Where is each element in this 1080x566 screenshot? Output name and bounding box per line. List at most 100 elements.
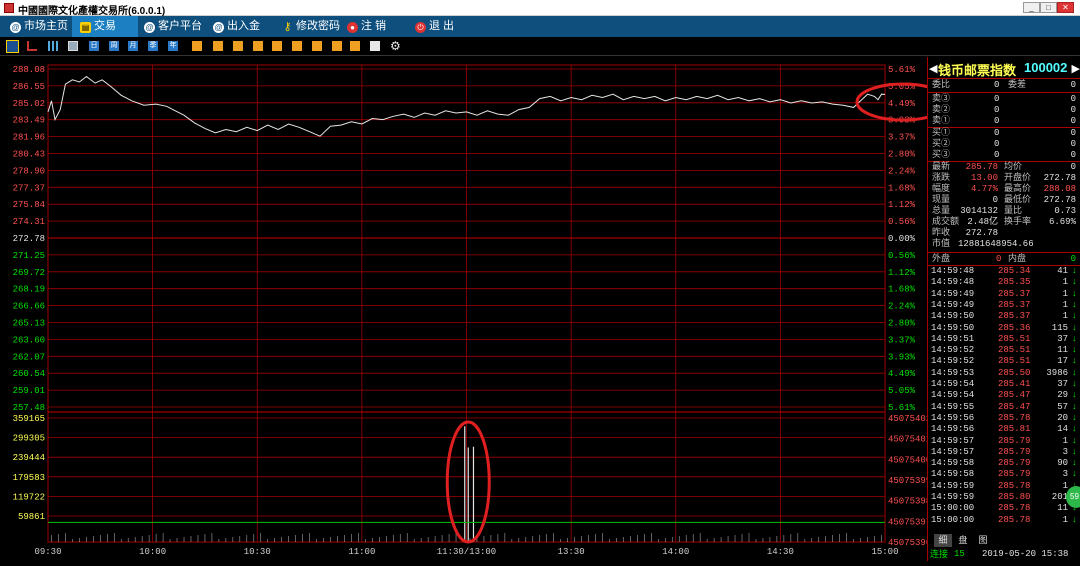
menu-logout[interactable]: ● 注 销 bbox=[347, 16, 409, 37]
buy-order-row: 买③ 0 0 bbox=[928, 150, 1080, 161]
year-icon[interactable]: 年 bbox=[168, 41, 178, 51]
tool1-icon[interactable] bbox=[192, 41, 202, 51]
day-icon[interactable]: 日 bbox=[89, 41, 99, 51]
percent-tick-label: 1.68% bbox=[888, 285, 916, 295]
price-tick-label: 268.19 bbox=[13, 285, 45, 295]
tick-volume: 3 bbox=[1062, 446, 1068, 457]
menu-funds-label: 出入金 bbox=[227, 20, 260, 32]
tick-direction-icon: ↓ bbox=[1071, 311, 1077, 322]
tab-detail[interactable]: 细 bbox=[934, 534, 952, 547]
percent-tick-label: 3.93% bbox=[888, 352, 916, 362]
tick-price: 285.35 bbox=[998, 277, 1031, 288]
percent-tick-label: 2.24% bbox=[888, 302, 916, 312]
prev-instrument-icon[interactable]: ◀ bbox=[929, 62, 937, 76]
time-tick-label: 10:30 bbox=[244, 547, 271, 557]
tool5-icon[interactable] bbox=[272, 41, 282, 51]
maximize-button[interactable]: □ bbox=[1040, 2, 1057, 13]
menu-home[interactable]: @ 市场主页 bbox=[4, 16, 70, 37]
tool9-icon[interactable] bbox=[350, 41, 360, 51]
tick-row: 15:00:00 285.78 1 ↓ bbox=[928, 515, 1080, 526]
minimize-button[interactable]: _ bbox=[1023, 2, 1040, 13]
timeshare-chart-icon[interactable] bbox=[6, 40, 19, 53]
tick-time: 14:59:55 bbox=[931, 401, 975, 412]
tick-row: 14:59:48 285.34 41 ↓ bbox=[928, 266, 1080, 277]
price-tick-label: 271.25 bbox=[13, 251, 45, 261]
tool8-icon[interactable] bbox=[332, 41, 342, 51]
tick-direction-icon: ↓ bbox=[1071, 345, 1077, 356]
menu-client-platform[interactable]: @ 客户平台 bbox=[144, 16, 208, 37]
tool3-icon[interactable] bbox=[233, 41, 243, 51]
month-icon[interactable]: 月 bbox=[128, 41, 138, 51]
tick-time: 14:59:56 bbox=[931, 424, 975, 435]
menu-funds[interactable]: @ 出入金 bbox=[213, 16, 269, 37]
tick-price: 285.41 bbox=[998, 379, 1031, 389]
stat-row: 涨跌 13.00 开盘价 272.78 bbox=[928, 173, 1080, 184]
tick-price: 285.47 bbox=[998, 401, 1031, 412]
outer-label: 外盘 bbox=[932, 254, 951, 264]
time-axis: 09:30 10:00 10:30 11:00 11:30/13:00 13:30 14:0… bbox=[34, 547, 898, 557]
instrument-name: 钱币邮票指数 bbox=[938, 63, 1017, 78]
connection-label: 连接 bbox=[930, 549, 949, 559]
next-instrument-icon[interactable]: ▶ bbox=[1072, 62, 1080, 76]
sell-volume: 0 bbox=[1070, 105, 1076, 115]
buy-volume: 0 bbox=[1070, 150, 1076, 160]
volume-icon[interactable] bbox=[48, 41, 58, 51]
percent-tick-label: 2.80% bbox=[888, 319, 916, 329]
tick-row: 14:59:55 285.47 57 ↓ bbox=[928, 402, 1080, 413]
buy-volume: 0 bbox=[1070, 139, 1076, 149]
stat-row: 现量 0 最低价 272.78 bbox=[928, 195, 1080, 206]
percent-tick-label: 1.12% bbox=[888, 268, 916, 278]
tool4-icon[interactable] bbox=[253, 41, 263, 51]
trade-icon: ▤ bbox=[80, 22, 91, 33]
tick-volume: 1 bbox=[1062, 277, 1068, 288]
tick-direction-icon: ↓ bbox=[1071, 435, 1077, 446]
volume-tick-label: 179583 bbox=[13, 473, 45, 483]
tool7-icon[interactable] bbox=[312, 41, 322, 51]
intraday-chart-svg: 288.08 286.55 285.02 283.49 281.96 280.43 278.… bbox=[13, 64, 951, 557]
buy-level-label: 买① bbox=[932, 128, 951, 138]
price-tick-label: 285.02 bbox=[13, 99, 45, 109]
tool6-icon[interactable] bbox=[292, 41, 302, 51]
tick-time: 14:59:54 bbox=[931, 390, 975, 401]
stat-row: 总量 3014132 量比 0.73 bbox=[928, 206, 1080, 217]
price-tick-label: 260.54 bbox=[13, 369, 45, 379]
percent-tick-label: 1.12% bbox=[888, 200, 916, 210]
volume-axis-right: 45075402 45075401 45075400 45075399 45075398… bbox=[888, 414, 931, 548]
tick-volume: 20 bbox=[1057, 412, 1068, 423]
tab-book[interactable]: 盘 bbox=[954, 534, 972, 547]
tick-time: 14:59:58 bbox=[931, 469, 975, 480]
tick-price: 285.78 bbox=[998, 412, 1031, 423]
menu-exit[interactable]: ⏻ 退 出 bbox=[415, 16, 477, 37]
list-icon[interactable] bbox=[68, 41, 78, 51]
sell-price: 0 bbox=[994, 94, 1000, 104]
week-icon[interactable]: 周 bbox=[109, 41, 119, 51]
stat-value: 0 bbox=[992, 195, 998, 205]
stat-value: 272.78 bbox=[965, 228, 998, 238]
tool2-icon[interactable] bbox=[213, 41, 223, 51]
tick-row: 14:59:59285.80201↓ bbox=[928, 492, 1080, 503]
tick-price: 285.36 bbox=[998, 322, 1031, 333]
weicha-value: 0 bbox=[1070, 80, 1076, 90]
menu-trade[interactable]: ▤ 交易 bbox=[72, 16, 138, 37]
kline-icon[interactable] bbox=[27, 41, 37, 51]
price-tick-label: 265.13 bbox=[13, 319, 45, 329]
percent-tick-label: 1.68% bbox=[888, 183, 916, 193]
menu-change-password[interactable]: ⚷ 修改密码 bbox=[282, 16, 346, 37]
season-icon[interactable]: 季 bbox=[148, 41, 158, 51]
buy-level-label: 买② bbox=[932, 139, 951, 149]
tick-price: 285.79 bbox=[998, 446, 1031, 457]
floating-badge-button[interactable]: 59 bbox=[1066, 486, 1080, 508]
tick-volume: 17 bbox=[1057, 356, 1068, 367]
buy-price: 0 bbox=[994, 139, 1000, 149]
tab-chart[interactable]: 图 bbox=[974, 534, 992, 547]
volume-right-tick-label: 45075401 bbox=[888, 435, 927, 445]
stat-label-2: 换手率 bbox=[1004, 217, 1032, 227]
settings-icon[interactable]: ⚙ bbox=[390, 39, 402, 53]
close-button[interactable]: ✕ bbox=[1057, 2, 1074, 13]
draw-icon[interactable] bbox=[370, 41, 380, 51]
quote-panel: ◀ 钱币邮票指数 100002 ▶ 委比 0 委差 0 卖③ 0 0 卖② 0 0 卖① 0 0… bbox=[927, 57, 1080, 561]
stat-value: 13.00 bbox=[970, 173, 998, 183]
stat-label-2: 最低价 bbox=[1004, 195, 1032, 205]
tick-time: 14:59:52 bbox=[931, 356, 975, 367]
stat-row: 成交额 2.48亿 换手率 6.69% bbox=[928, 217, 1080, 228]
